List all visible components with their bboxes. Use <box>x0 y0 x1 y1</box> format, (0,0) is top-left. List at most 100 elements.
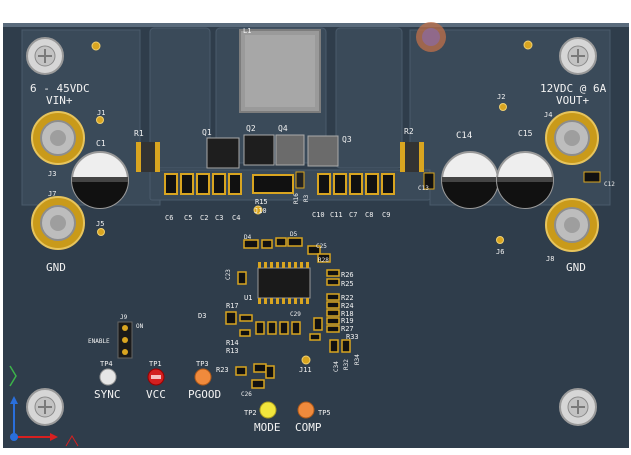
highlight-marker-core <box>422 28 440 46</box>
label-r33: R33 <box>346 333 359 341</box>
header-j9[interactable] <box>117 321 133 359</box>
label-j11: J11 <box>299 366 312 374</box>
label-c10: C10 <box>312 211 325 219</box>
terminal-j4[interactable] <box>545 111 599 165</box>
gnd-right-text: GND <box>566 261 586 274</box>
mounting-hole-tl <box>26 37 64 75</box>
label-c23: C23 <box>225 269 232 280</box>
label-j7: J7 <box>48 190 56 198</box>
mosfet-q2[interactable] <box>243 134 275 166</box>
label-q3: Q3 <box>342 135 352 144</box>
label-r26: R26 <box>341 271 354 279</box>
label-c13: C13 <box>418 185 429 192</box>
label-r22: R22 <box>341 294 354 302</box>
pcb-canvas[interactable]: 6 - 45VDC VIN+ 12VDC @ 6A VOUT+ GND GND … <box>0 0 631 450</box>
label-r28: R28 <box>318 257 329 264</box>
tp1-label: VCC <box>146 388 166 401</box>
label-d5: D5 <box>290 231 298 238</box>
label-c9: C9 <box>382 211 390 219</box>
cap-array-right <box>317 173 395 195</box>
tp5-label: COMP <box>295 421 322 434</box>
mounting-hole-tr <box>559 37 597 75</box>
resistor-r2[interactable] <box>400 142 424 172</box>
label-r27: R27 <box>341 325 354 333</box>
label-c2: C2 <box>200 214 208 222</box>
label-r15: R15 <box>255 198 268 206</box>
vout-plus-text: VOUT+ <box>556 94 589 107</box>
inductor-l1[interactable] <box>239 29 321 113</box>
tp2-label: MODE <box>254 421 281 434</box>
label-u1: U1 <box>244 294 252 302</box>
label-j4: J4 <box>544 111 552 119</box>
label-d4: D4 <box>244 234 252 241</box>
label-j6: J6 <box>496 248 504 256</box>
label-c7: C7 <box>349 211 357 219</box>
label-r25: R25 <box>341 280 354 288</box>
resistor-r1[interactable] <box>136 142 160 172</box>
capacitor-c1[interactable] <box>71 151 129 209</box>
vin-plus-text: VIN+ <box>46 94 73 107</box>
label-c29: C29 <box>290 311 301 318</box>
label-c12: C12 <box>604 181 615 188</box>
label-c26: C26 <box>241 391 252 398</box>
label-j2: J2 <box>497 93 505 101</box>
label-c4: C4 <box>232 214 240 222</box>
capacitor-c12-body <box>583 171 601 183</box>
label-r19: R19 <box>341 317 354 325</box>
label-c5: C5 <box>184 214 192 222</box>
label-q1: Q1 <box>202 128 212 137</box>
label-c6: C6 <box>165 214 173 222</box>
label-r1: R1 <box>134 129 144 138</box>
label-r17: R17 <box>226 302 239 310</box>
gnd-left-text: GND <box>46 261 66 274</box>
label-q2: Q2 <box>246 124 256 133</box>
label-j5: J5 <box>96 220 104 228</box>
tp3-id: TP3 <box>196 360 209 368</box>
label-r13: R13 <box>226 347 239 355</box>
tp4-id: TP4 <box>100 360 113 368</box>
label-l1: L1 <box>243 27 251 35</box>
label-j8: J8 <box>546 255 554 263</box>
label-j10: J10 <box>254 207 267 215</box>
label-c11: C11 <box>330 211 343 219</box>
label-r14: R14 <box>226 339 239 347</box>
tp2-id: TP2 <box>244 409 257 417</box>
label-r2: R2 <box>404 127 414 136</box>
cap-array-left <box>164 173 242 195</box>
resistor-r16-body <box>295 171 305 189</box>
label-c1: C1 <box>96 139 106 148</box>
label-r16: R16 <box>293 193 300 204</box>
ic-u1[interactable] <box>257 262 311 304</box>
pcb-3d-view[interactable]: 6 - 45VDC VIN+ 12VDC @ 6A VOUT+ GND GND … <box>0 0 631 450</box>
terminal-j7[interactable] <box>31 196 85 250</box>
capacitor-c14[interactable] <box>441 151 499 209</box>
mounting-hole-br <box>559 388 597 426</box>
terminal-j3[interactable] <box>31 111 85 165</box>
label-j3: J3 <box>48 170 56 178</box>
tp4-label: SYNC <box>94 388 121 401</box>
resistor-r15[interactable] <box>252 174 294 194</box>
capacitor-c15[interactable] <box>496 151 554 209</box>
label-c8: C8 <box>365 211 373 219</box>
label-d3: D3 <box>198 312 206 320</box>
tp5-id: TP5 <box>318 409 331 417</box>
label-q4: Q4 <box>278 124 288 133</box>
mosfet-q1[interactable] <box>206 137 240 169</box>
label-c14: C14 <box>456 131 472 141</box>
label-r32: R32 <box>343 359 350 370</box>
enable-text: ENABLE <box>88 338 110 345</box>
label-j9: J9 <box>120 314 128 321</box>
terminal-j8[interactable] <box>545 198 599 252</box>
tp3-label: PGOOD <box>188 388 221 401</box>
mosfet-q3[interactable] <box>307 135 339 167</box>
label-r23: R23 <box>216 366 229 374</box>
label-c34: C34 <box>333 361 340 372</box>
label-c15: C15 <box>518 129 533 138</box>
on-text: ON <box>136 323 144 330</box>
label-c25: C25 <box>316 243 327 250</box>
board-edge-top <box>3 23 629 27</box>
mosfet-q4[interactable] <box>275 134 305 166</box>
label-j1: J1 <box>97 109 105 117</box>
mounting-hole-bl <box>26 388 64 426</box>
label-r3: R3 <box>303 194 310 202</box>
